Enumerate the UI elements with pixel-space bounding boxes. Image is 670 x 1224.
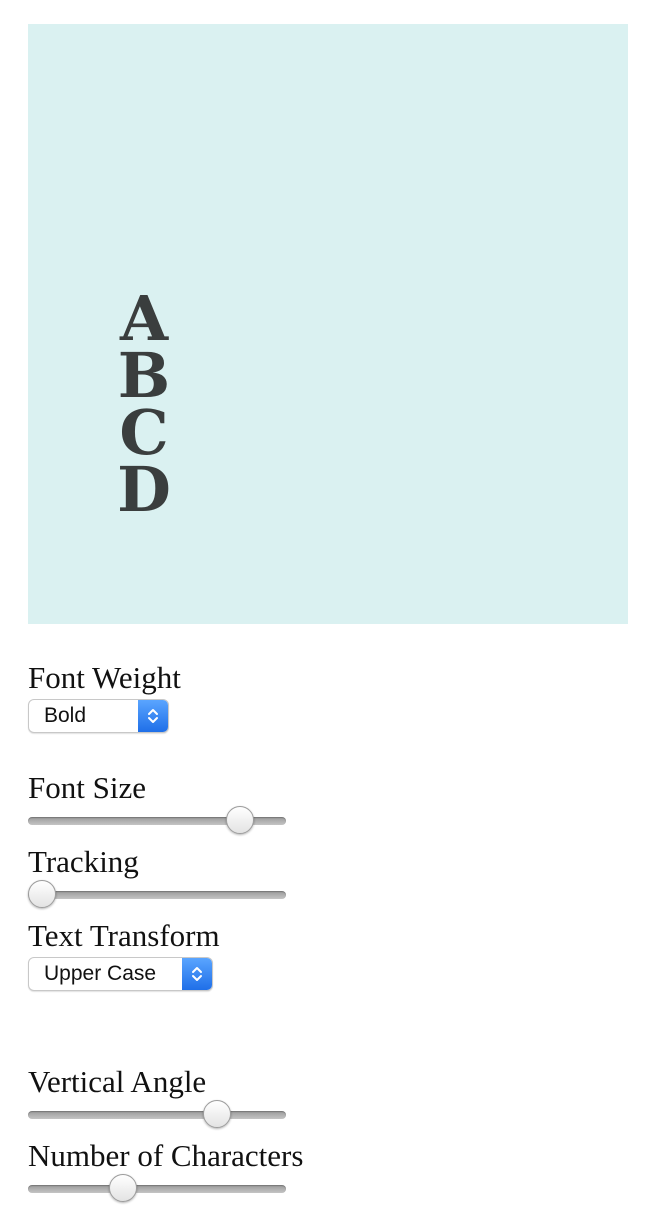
slider-thumb[interactable] — [28, 880, 56, 908]
font-weight-select[interactable]: Bold — [28, 699, 169, 733]
slider-track — [28, 1185, 286, 1193]
slider-thumb[interactable] — [202, 1100, 231, 1128]
preview-letter: D — [117, 453, 171, 526]
tracking-slider[interactable] — [28, 878, 286, 912]
vertical-angle-slider[interactable] — [28, 1098, 286, 1132]
preview-canvas: A B C D — [28, 24, 628, 624]
font-size-slider[interactable] — [28, 804, 286, 838]
font-size-label: Font Size — [28, 770, 146, 805]
text-transform-select-value: Upper Case — [44, 962, 157, 985]
text-transform-label: Text Transform — [28, 918, 220, 953]
slider-thumb[interactable] — [225, 806, 254, 834]
number-of-characters-slider[interactable] — [28, 1172, 286, 1206]
slider-track — [28, 891, 286, 899]
up-down-chevron-icon — [182, 958, 212, 990]
preview-text: A B C D — [112, 288, 176, 526]
vertical-angle-label: Vertical Angle — [28, 1064, 207, 1099]
font-weight-label: Font Weight — [28, 660, 181, 695]
slider-thumb[interactable] — [108, 1174, 137, 1202]
font-weight-select-value: Bold — [44, 704, 87, 727]
text-transform-select[interactable]: Upper Case — [28, 957, 213, 991]
tracking-label: Tracking — [28, 844, 139, 879]
up-down-chevron-icon — [138, 700, 168, 732]
slider-track — [28, 1111, 286, 1119]
number-of-characters-label: Number of Characters — [28, 1138, 304, 1173]
